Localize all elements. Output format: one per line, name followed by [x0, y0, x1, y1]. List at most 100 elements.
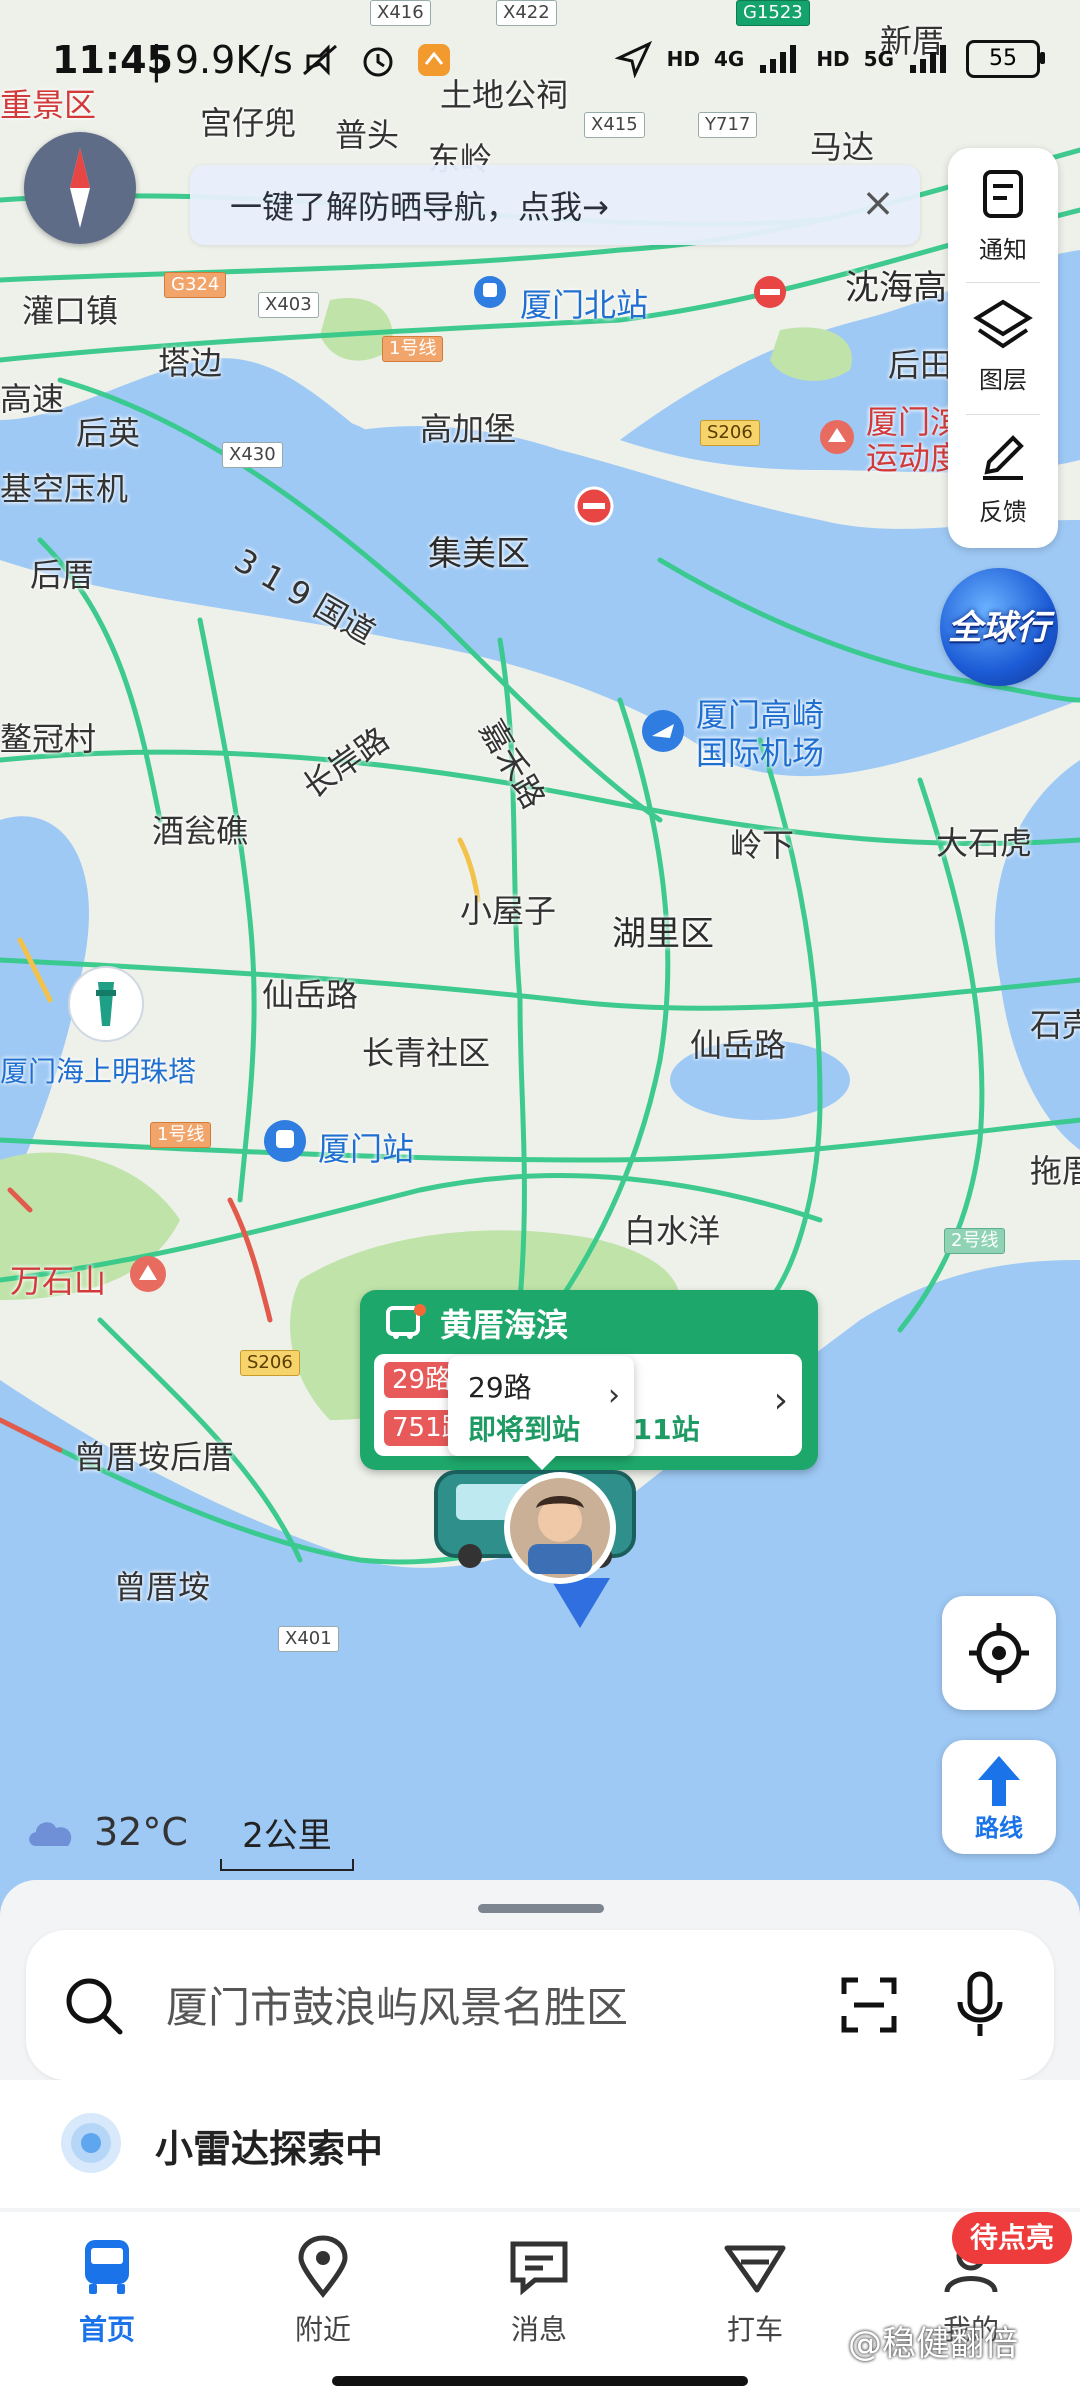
chevron-right-icon[interactable]: ›: [774, 1380, 788, 1421]
map-label: 厦门北站: [520, 286, 649, 324]
landmark-icon[interactable]: [818, 418, 856, 456]
map-label: 曾厝垵后厝: [74, 1438, 235, 1476]
road-tag: 1号线: [382, 336, 444, 362]
microphone-icon[interactable]: [952, 1970, 1008, 2040]
scan-icon[interactable]: [838, 1974, 900, 2036]
popup-route: 29路: [468, 1371, 532, 1404]
network-type: 5G: [863, 47, 894, 71]
global-travel-button[interactable]: 全球行: [940, 568, 1058, 686]
map-label: 后厝: [30, 556, 95, 594]
arrival-popup[interactable]: 29路 即将到站 ›: [448, 1356, 634, 1470]
layers-button[interactable]: 图层: [948, 296, 1058, 395]
radar-row[interactable]: 小雷达探索中: [0, 2080, 1080, 2208]
no-entry-icon: [754, 276, 786, 308]
tower-icon[interactable]: [66, 964, 146, 1044]
locate-button[interactable]: [942, 1596, 1056, 1710]
no-entry-icon: [574, 486, 614, 526]
notify-button[interactable]: 通知: [948, 166, 1058, 265]
road-tag: 2号线: [944, 1228, 1006, 1254]
map-label: 厦门站: [318, 1130, 415, 1168]
map-label: 湖里区: [612, 914, 714, 954]
road-tag: X415: [584, 112, 645, 138]
notice-icon: [983, 170, 1023, 218]
map-label: 仙岳路: [690, 1026, 787, 1064]
map-label: 鳌冠村: [0, 720, 97, 758]
map-view[interactable]: 重景区 宫仔兜 土地公祠 普头 东岭 马达 新厝 灌口镇 塔边 厦门北站 高加堡…: [0, 0, 1080, 1960]
divider: [966, 282, 1040, 283]
watermark: @稳健翻倍: [848, 2324, 1018, 2364]
signal-icon: [760, 45, 797, 73]
status-bar: 11:45 | 9.9K/s HD 4G HD 5G 55: [0, 0, 1080, 110]
tab-home[interactable]: 首页: [32, 2234, 182, 2348]
pencil-icon: [983, 435, 1024, 480]
home-indicator[interactable]: [332, 2376, 748, 2386]
notify-label: 通知: [979, 236, 1027, 264]
search-icon: [66, 1978, 123, 2035]
map-label: 酒瓮礁: [152, 812, 249, 850]
landmark-icon[interactable]: [128, 1254, 168, 1294]
status-icons: HD 4G HD 5G 55: [614, 40, 1045, 78]
map-label: 厦门海上明珠塔: [0, 1055, 197, 1088]
road-tag: X430: [222, 442, 283, 468]
weather-widget[interactable]: 32°C: [24, 1810, 188, 1854]
hd-badge-icon: HD: [816, 47, 850, 71]
close-icon[interactable]: ×: [856, 181, 900, 225]
right-toolbar: 通知 图层 反馈: [948, 148, 1058, 548]
signal-icon: [910, 45, 946, 73]
unlit-badge[interactable]: 待点亮: [952, 2212, 1073, 2264]
map-label: 沈海高: [845, 268, 947, 308]
tab-label: 消息: [510, 2313, 567, 2346]
hd-badge-icon: HD: [666, 47, 700, 71]
bottom-tab-bar: 首页 附近 消息 打车 我的: [0, 2212, 1080, 2400]
airport-icon[interactable]: [640, 708, 686, 754]
train-station-icon[interactable]: [472, 274, 508, 310]
network-speed: | 9.9K/s: [150, 38, 293, 82]
user-location-marker[interactable]: [430, 1458, 650, 1628]
scale-value: 2公里: [242, 1816, 332, 1856]
road-tag: X401: [278, 1626, 339, 1652]
map-label: 普头: [335, 116, 400, 154]
road-tag: S206: [700, 420, 760, 446]
route-button[interactable]: 路线: [942, 1740, 1056, 1854]
map-label: 塔边: [158, 344, 223, 382]
bus-icon: [85, 2240, 129, 2294]
tab-taxi[interactable]: 打车: [680, 2234, 830, 2348]
tab-label: 打车: [726, 2313, 783, 2346]
sheet-drag-handle[interactable]: [478, 1904, 604, 1913]
bus-stop-icon: [386, 1304, 426, 1339]
temperature: 32°C: [94, 1810, 188, 1854]
location-arrow-icon: [614, 40, 652, 78]
cloud-icon: [29, 1822, 72, 1846]
alarm-icon: [363, 47, 393, 77]
tab-messages[interactable]: 消息: [464, 2234, 614, 2348]
search-input[interactable]: 厦门市鼓浪屿风景名胜区: [166, 1974, 628, 2035]
tab-label: 首页: [78, 2313, 135, 2346]
road-tag: S206: [240, 1350, 300, 1376]
feedback-label: 反馈: [979, 498, 1027, 526]
chevron-right-icon: ›: [608, 1378, 620, 1413]
map-label: 白水洋: [624, 1212, 721, 1250]
taxi-icon: [724, 2245, 786, 2293]
train-station-icon[interactable]: [262, 1118, 308, 1164]
map-label: 高加堡: [420, 410, 517, 448]
map-label: 曾厝垵: [114, 1568, 211, 1606]
app-notification-icon: [418, 44, 450, 76]
map-label: 小屋子: [460, 892, 557, 930]
map-label: 厦门高崎 国际机场: [696, 696, 825, 772]
network-type: 4G: [713, 47, 745, 71]
scale-bar: [220, 1859, 354, 1871]
sun-protection-banner[interactable]: 一键了解防晒导航，点我→ ×: [190, 165, 920, 245]
popup-status: 即将到站: [468, 1413, 581, 1446]
map-label: 大石虎: [936, 824, 1033, 862]
map-label: 灌口镇: [22, 292, 119, 330]
message-icon: [510, 2241, 568, 2296]
road-tag: G324: [164, 272, 227, 298]
mute-icon: [303, 44, 337, 76]
location-pin-icon: [298, 2235, 348, 2299]
compass-button[interactable]: [24, 132, 136, 244]
search-bar[interactable]: 厦门市鼓浪屿风景名胜区: [26, 1930, 1054, 2080]
station-name: 黄厝海滨: [440, 1306, 569, 1344]
feedback-button[interactable]: 反馈: [948, 428, 1058, 527]
tab-nearby[interactable]: 附近: [248, 2234, 398, 2348]
map-scale: 2公里: [220, 1808, 354, 1871]
